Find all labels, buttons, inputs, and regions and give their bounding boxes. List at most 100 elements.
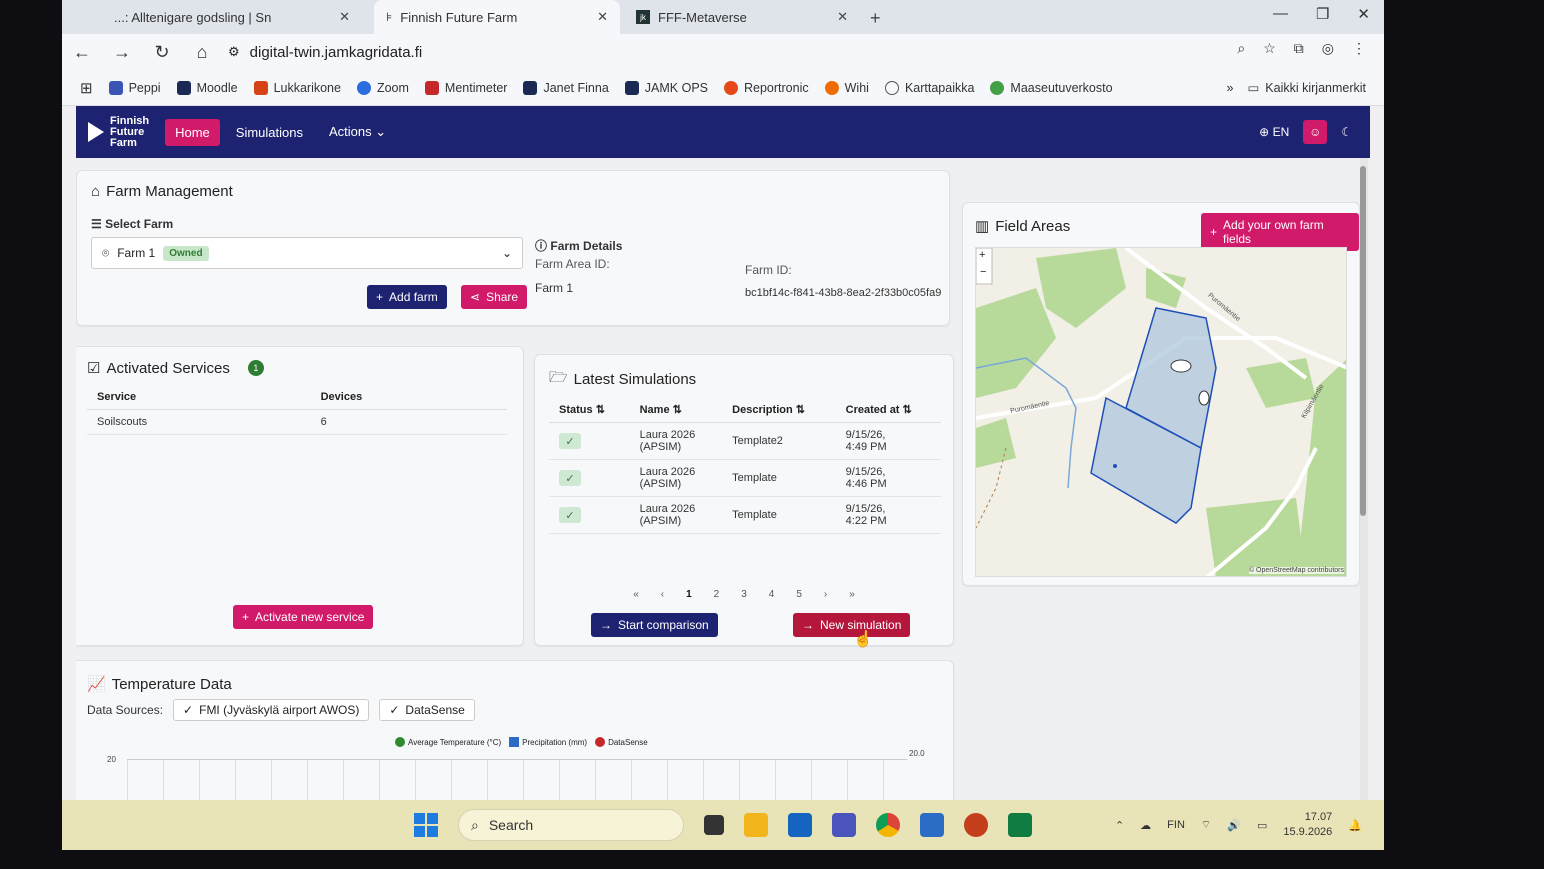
page-4[interactable]: 4 xyxy=(769,589,775,600)
site-settings-icon[interactable]: ⚙ xyxy=(228,44,240,60)
table-row[interactable]: ✓ Laura 2026 (APSIM) Template 9/15/26, 4:4… xyxy=(549,459,941,497)
file-explorer-icon[interactable] xyxy=(744,813,768,837)
page-1[interactable]: 1 xyxy=(686,589,692,600)
browser-tab-2[interactable]: ⊧ Finnish Future Farm ✕ xyxy=(374,0,620,34)
bookmark-wihi[interactable]: Wihi xyxy=(824,80,869,95)
clock[interactable]: 17.07 15.9.2026 xyxy=(1283,810,1332,840)
taskbar-search[interactable]: ⌕ Search xyxy=(458,809,684,841)
bookmark-reportronic[interactable]: Reportronic xyxy=(724,80,809,95)
col-created[interactable]: Created at ⇅ xyxy=(835,397,941,423)
store-icon[interactable] xyxy=(920,813,944,837)
browser-tab-1[interactable]: ...: Alltenigare godsling | Sn ✕ xyxy=(102,0,362,34)
source-chip-fmi[interactable]: ✓ FMI (Jyväskylä airport AWOS) xyxy=(173,699,370,721)
chrome-icon[interactable] xyxy=(876,813,900,837)
browser-tab-3[interactable]: jk FFF-Metaverse ✕ xyxy=(624,0,860,34)
bookmark-jamk-ops[interactable]: JAMK OPS xyxy=(624,80,708,95)
menu-icon[interactable]: ⋮ xyxy=(1352,40,1366,57)
all-bookmarks[interactable]: ▭ Kaikki kirjanmerkit xyxy=(1247,80,1366,96)
powerpoint-icon[interactable] xyxy=(964,813,988,837)
activate-service-button[interactable]: + Activate new service xyxy=(233,605,374,629)
bookmark-star-icon[interactable]: ☆ xyxy=(1263,40,1276,57)
add-farm-button[interactable]: + Add farm xyxy=(367,285,447,309)
close-window-icon[interactable]: ✕ xyxy=(1357,5,1370,23)
map-attribution[interactable]: © OpenStreetMap contributors xyxy=(1248,567,1344,574)
col-status[interactable]: Status ⇅ xyxy=(549,397,630,423)
wifi-icon[interactable]: ⌔ xyxy=(1201,818,1211,832)
volume-icon[interactable]: 🔊 xyxy=(1227,819,1241,832)
close-icon[interactable]: ✕ xyxy=(597,9,608,25)
bookmark-moodle[interactable]: Moodle xyxy=(176,80,238,95)
bookmark-peppi[interactable]: Peppi xyxy=(108,80,161,95)
restore-icon[interactable]: ❐ xyxy=(1316,5,1329,23)
field-map[interactable]: + − Puromäentie Puromäentie Kilpimäentie… xyxy=(975,247,1347,577)
bookmark-zoom[interactable]: Zoom xyxy=(356,80,409,95)
prev-page-icon[interactable]: ‹ xyxy=(661,589,664,600)
last-page-icon[interactable]: » xyxy=(849,589,855,600)
close-icon[interactable]: ✕ xyxy=(339,9,350,25)
language-selector[interactable]: ⊕ EN xyxy=(1259,125,1289,139)
more-bookmarks-icon[interactable]: » xyxy=(1227,81,1234,95)
col-name[interactable]: Name ⇅ xyxy=(629,397,723,423)
bookmark-maaseutuverkosto[interactable]: Maaseutuverkosto xyxy=(990,80,1113,95)
service-devices: 6 xyxy=(310,409,507,435)
source-chip-datasense[interactable]: ✓ DataSense xyxy=(379,699,475,721)
fff-logo[interactable]: Finnish Future Farm xyxy=(88,115,149,149)
share-button[interactable]: ⋖ Share xyxy=(461,285,528,309)
notification-bell-icon[interactable]: 🔔 xyxy=(1348,819,1362,832)
page-scrollbar[interactable] xyxy=(1360,158,1368,800)
zoom-in-icon[interactable]: + xyxy=(979,249,985,261)
onedrive-icon[interactable]: ☁ xyxy=(1140,819,1151,832)
legend-label: Precipitation (mm) xyxy=(522,737,588,747)
nav-simulations[interactable]: Simulations xyxy=(226,119,313,146)
table-row[interactable]: ✓ Laura 2026 (APSIM) Template 9/15/26, 4:2… xyxy=(549,496,941,534)
battery-icon[interactable]: ▭ xyxy=(1257,819,1267,832)
sim-description: Template xyxy=(722,496,836,534)
language-indicator[interactable]: FIN xyxy=(1167,819,1185,831)
legend-item[interactable]: Average Temperature (°C) xyxy=(395,737,501,747)
bookmark-lukkarikone[interactable]: Lukkarikone xyxy=(253,80,341,95)
outlook-icon[interactable] xyxy=(788,813,812,837)
page-5[interactable]: 5 xyxy=(796,589,802,600)
new-tab-icon[interactable]: + xyxy=(870,8,881,29)
first-page-icon[interactable]: « xyxy=(633,589,639,600)
extensions-icon[interactable]: ⧉ xyxy=(1294,40,1304,57)
url-field[interactable]: ⚙ digital-twin.jamkagridata.fi xyxy=(228,38,848,66)
bookmark-janet-finna[interactable]: Janet Finna xyxy=(523,80,609,95)
next-page-icon[interactable]: › xyxy=(824,589,827,600)
windows-start-icon[interactable] xyxy=(414,813,438,837)
sort-icon: ⇅ xyxy=(672,404,682,416)
farm-select[interactable]: ⌾ Farm 1 Owned ⌄ xyxy=(91,237,523,269)
zoom-lens-icon[interactable]: ⌕ xyxy=(1237,40,1245,57)
legend-item[interactable]: Precipitation (mm) xyxy=(509,737,587,747)
nav-home[interactable]: Home xyxy=(165,118,220,146)
page-2[interactable]: 2 xyxy=(714,589,720,600)
bookmark-karttapaikka[interactable]: Karttapaikka xyxy=(884,80,974,95)
legend-item[interactable]: DataSense xyxy=(595,737,648,747)
bookmarks-right: » ▭ Kaikki kirjanmerkit xyxy=(1227,80,1366,96)
new-simulation-button[interactable]: → New simulation xyxy=(793,613,911,637)
zoom-out-icon[interactable]: − xyxy=(980,266,986,278)
home-icon[interactable]: ⌂ xyxy=(182,42,222,63)
add-fields-button[interactable]: + Add your own farm fields xyxy=(1201,213,1359,251)
nav-actions[interactable]: Actions ⌄ xyxy=(319,118,396,146)
apps-grid-icon[interactable]: ⊞ xyxy=(80,79,93,97)
page-3[interactable]: 3 xyxy=(741,589,747,600)
col-description[interactable]: Description ⇅ xyxy=(722,397,836,423)
close-icon[interactable]: ✕ xyxy=(837,9,848,25)
scrollbar-thumb[interactable] xyxy=(1360,166,1366,516)
task-view-icon[interactable] xyxy=(704,815,724,835)
teams-icon[interactable] xyxy=(832,813,856,837)
legend-label: Average Temperature (°C) xyxy=(408,737,502,747)
show-hidden-icon[interactable]: ⌃ xyxy=(1115,819,1124,832)
excel-icon[interactable] xyxy=(1008,813,1032,837)
profile-icon[interactable]: ◎ xyxy=(1322,40,1334,57)
dark-mode-icon[interactable]: ☾ xyxy=(1341,125,1352,139)
bookmark-mentimeter[interactable]: Mentimeter xyxy=(424,80,507,95)
minimize-icon[interactable]: — xyxy=(1273,5,1288,23)
forward-icon[interactable]: → xyxy=(102,42,142,63)
user-icon[interactable]: ☺ xyxy=(1303,120,1328,144)
table-row[interactable]: ✓ Laura 2026 (APSIM) Template2 9/15/26, 4:… xyxy=(549,422,941,460)
start-comparison-button[interactable]: → Start comparison xyxy=(591,613,718,637)
back-icon[interactable]: ← xyxy=(62,42,102,63)
reload-icon[interactable]: ↻ xyxy=(142,42,182,63)
